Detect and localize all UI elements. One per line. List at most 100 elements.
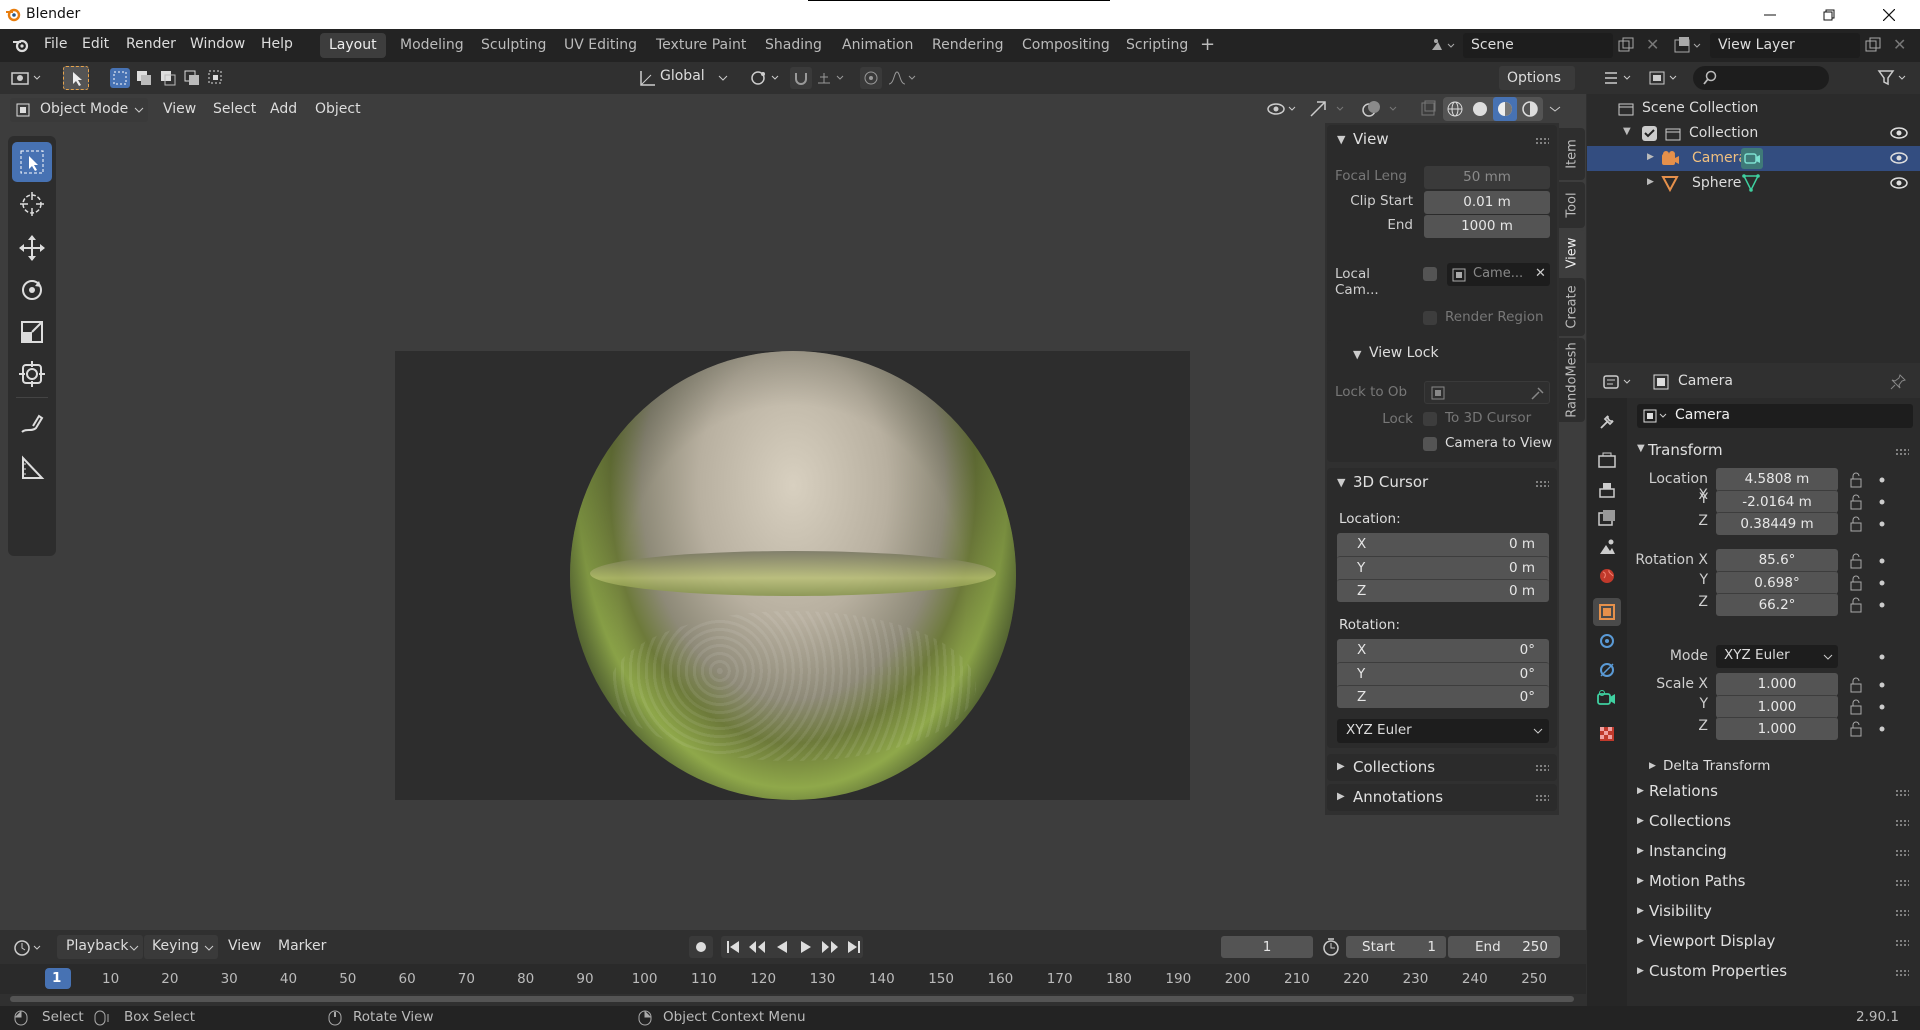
eye-icon[interactable] — [1890, 126, 1908, 140]
panel-collapse-icon[interactable]: ▼ — [1337, 476, 1345, 489]
keyframe-dot-icon[interactable] — [1878, 681, 1886, 689]
lock-icon[interactable] — [1849, 494, 1867, 510]
proportional-edit-icon[interactable] — [860, 67, 882, 89]
local-camera-field[interactable]: Came... ✕ — [1447, 263, 1550, 286]
rendered-shading-icon[interactable] — [1520, 99, 1540, 119]
rotation-x-field[interactable]: 85.6° — [1716, 549, 1838, 572]
cursor-rotation-z[interactable]: Z 0° — [1337, 685, 1549, 708]
expand-arrow-icon[interactable]: ▶ — [1647, 177, 1654, 187]
pivot-point-icon[interactable] — [748, 67, 784, 89]
tab-texture-paint[interactable]: Texture Paint — [647, 33, 755, 58]
keyframe-dot-icon[interactable] — [1878, 725, 1886, 733]
scale-tool[interactable] — [12, 312, 52, 352]
sidebar-tab-randomesh[interactable]: RandoMesh — [1559, 338, 1585, 422]
close-window-button[interactable] — [1866, 0, 1912, 29]
scene-selector-icon[interactable] — [1428, 36, 1460, 56]
view-layer-icon[interactable] — [1673, 36, 1703, 56]
tool-properties-tab[interactable] — [1593, 408, 1621, 436]
menu-render[interactable]: Render — [126, 36, 176, 52]
rotation-z-field[interactable]: 66.2° — [1716, 593, 1838, 616]
collapse-arrow-icon[interactable]: ▼ — [1623, 126, 1631, 137]
subpanel-collapse-icon[interactable]: ▼ — [1353, 348, 1361, 361]
minimize-button[interactable] — [1747, 0, 1793, 29]
local-camera-checkbox[interactable] — [1423, 267, 1437, 281]
mode-invert-icon[interactable] — [182, 68, 202, 88]
keyframe-dot-icon[interactable] — [1878, 653, 1886, 661]
world-properties-tab[interactable] — [1593, 562, 1621, 590]
view-lock-title[interactable]: View Lock — [1369, 345, 1439, 361]
collection-checkbox-icon[interactable] — [1642, 126, 1657, 141]
cursor-rotation-y[interactable]: Y 0° — [1337, 662, 1549, 685]
properties-editor-icon[interactable] — [1602, 372, 1638, 392]
pin-icon[interactable] — [1890, 374, 1906, 390]
keyframe-dot-icon[interactable] — [1878, 498, 1886, 506]
focal-length-field[interactable]: 50 mm — [1424, 166, 1550, 189]
lock-icon[interactable] — [1849, 472, 1867, 488]
object-name-field[interactable]: Camera — [1637, 404, 1913, 428]
outliner-row-scene-collection[interactable]: Scene Collection — [1587, 96, 1920, 121]
object-data-properties-tab[interactable] — [1593, 684, 1621, 712]
outliner-editor-icon[interactable] — [1602, 68, 1638, 88]
menu-edit[interactable]: Edit — [82, 36, 109, 52]
material-preview-shading-icon[interactable] — [1493, 97, 1517, 121]
drag-handle-icon[interactable] — [1895, 819, 1909, 827]
drag-handle-icon[interactable] — [1895, 849, 1909, 857]
scale-x-field[interactable]: 1.000 — [1716, 673, 1838, 696]
lock-icon[interactable] — [1849, 553, 1867, 569]
eyedropper-icon[interactable] — [1529, 385, 1545, 401]
lock-icon[interactable] — [1849, 677, 1867, 693]
physics-properties-tab[interactable] — [1593, 656, 1621, 684]
output-properties-tab[interactable] — [1593, 476, 1621, 504]
blender-menu-icon[interactable] — [12, 37, 30, 53]
display-mode-icon[interactable] — [1648, 68, 1684, 88]
keyframe-dot-icon[interactable] — [1878, 601, 1886, 609]
new-view-layer-icon[interactable] — [1865, 37, 1881, 53]
delta-transform-subpanel[interactable]: Delta Transform — [1663, 758, 1770, 774]
outliner-row-collection[interactable]: ▼ Collection — [1587, 121, 1920, 146]
scale-z-field[interactable]: 1.000 — [1716, 717, 1838, 740]
drag-handle-icon[interactable] — [1895, 448, 1909, 456]
3d-cursor-title[interactable]: 3D Cursor — [1353, 473, 1428, 491]
viewport-menu-object[interactable]: Object — [315, 101, 361, 117]
sidebar-tab-tool[interactable]: Tool — [1559, 182, 1585, 228]
falloff-icon[interactable] — [886, 67, 920, 89]
render-properties-tab[interactable] — [1593, 446, 1621, 474]
outliner-search-input[interactable] — [1693, 66, 1829, 90]
lock-icon[interactable] — [1849, 597, 1867, 613]
delete-view-layer-icon[interactable]: ✕ — [1893, 37, 1906, 53]
clear-local-camera-icon[interactable]: ✕ — [1535, 266, 1546, 281]
rotation-y-field[interactable]: 0.698° — [1716, 571, 1838, 594]
tab-uv-editing[interactable]: UV Editing — [555, 33, 646, 58]
keyframe-dot-icon[interactable] — [1878, 520, 1886, 528]
tab-rendering[interactable]: Rendering — [923, 33, 1013, 58]
sidebar-tab-create[interactable]: Create — [1559, 278, 1585, 336]
cursor-rotation-x[interactable]: X 0° — [1337, 639, 1549, 662]
drag-handle-icon[interactable] — [1895, 939, 1909, 947]
expand-arrow-icon[interactable]: ▶ — [1647, 152, 1654, 162]
tab-layout[interactable]: Layout — [320, 33, 386, 58]
render-region-checkbox[interactable] — [1423, 311, 1437, 325]
snap-target-icon[interactable] — [815, 67, 849, 89]
transform-tool[interactable] — [12, 354, 52, 394]
tab-shading[interactable]: Shading — [756, 33, 831, 58]
keyframe-dot-icon[interactable] — [1878, 476, 1886, 484]
cursor-tool[interactable] — [12, 184, 52, 224]
tab-animation[interactable]: Animation — [833, 33, 922, 58]
object-properties-tab[interactable] — [1593, 598, 1621, 626]
menu-window[interactable]: Window — [190, 36, 245, 52]
cursor-rotation-mode-dropdown[interactable]: XYZ Euler — [1337, 719, 1549, 743]
location-x-field[interactable]: 4.5808 m — [1716, 468, 1838, 491]
lock-to-3d-cursor-checkbox[interactable] — [1423, 412, 1437, 426]
drag-handle-icon[interactable] — [1535, 764, 1549, 772]
view-layer-field[interactable]: View Layer — [1710, 33, 1860, 58]
mode-set-icon[interactable] — [110, 68, 130, 88]
rotate-tool[interactable] — [12, 270, 52, 310]
cursor-location-x[interactable]: X 0 m — [1337, 533, 1549, 556]
cursor-location-z[interactable]: Z 0 m — [1337, 579, 1549, 602]
clip-end-field[interactable]: 1000 m — [1424, 215, 1550, 238]
transform-orientation-dropdown[interactable]: Global — [660, 68, 705, 84]
clip-start-field[interactable]: 0.01 m — [1424, 191, 1550, 214]
delete-scene-icon[interactable]: ✕ — [1646, 37, 1659, 53]
tab-compositing[interactable]: Compositing — [1013, 33, 1119, 58]
camera-to-view-checkbox[interactable] — [1423, 437, 1437, 451]
